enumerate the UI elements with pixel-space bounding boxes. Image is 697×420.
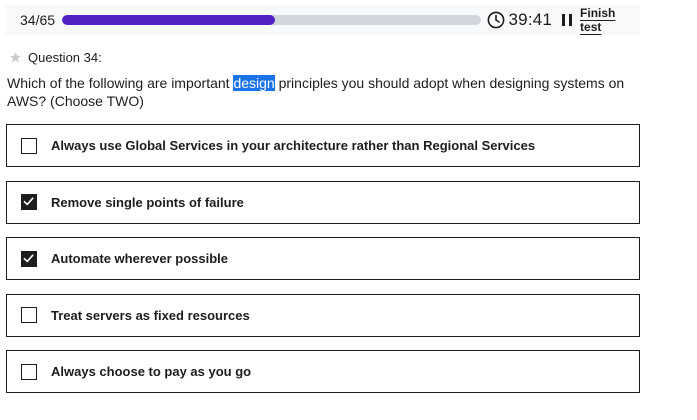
- answer-option[interactable]: Treat servers as fixed resources: [6, 293, 640, 337]
- progress-header: 34/65 39:41 Finish test: [6, 5, 640, 35]
- answer-option-label: Automate wherever possible: [51, 251, 228, 266]
- answer-option[interactable]: Remove single points of failure: [6, 180, 640, 224]
- checkbox[interactable]: [21, 194, 37, 210]
- pause-icon[interactable]: [562, 14, 573, 26]
- checkbox[interactable]: [21, 307, 37, 323]
- answer-option-label: Remove single points of failure: [51, 194, 244, 210]
- answer-option-label: Treat servers as fixed resources: [51, 307, 250, 323]
- progress-count: 34/65: [20, 12, 56, 28]
- progress-bar: [61, 15, 481, 25]
- timer-value: 39:41: [508, 10, 553, 29]
- answer-option-label: Always choose to pay as you go: [51, 364, 252, 379]
- question-text-start: Which of the following are important: [7, 75, 234, 91]
- progress-bar-fill: [61, 15, 276, 25]
- question-text: Which of the following are important des…: [7, 74, 647, 110]
- highlighted-text: design: [233, 75, 275, 91]
- checkmark-icon: [23, 253, 34, 263]
- checkbox[interactable]: [21, 250, 37, 267]
- answer-option[interactable]: Always choose to pay as you go: [6, 350, 640, 393]
- answer-option[interactable]: Automate wherever possible: [6, 237, 640, 280]
- finish-test-button[interactable]: Finish test: [580, 6, 640, 34]
- clock-icon: [487, 11, 504, 29]
- checkbox[interactable]: [21, 363, 37, 380]
- question-number: Question 34:: [28, 50, 102, 65]
- answer-option[interactable]: Always use Global Services in your archi…: [6, 124, 640, 167]
- star-icon[interactable]: [9, 51, 22, 64]
- checkmark-icon: [23, 197, 34, 206]
- timer: 39:41: [487, 10, 553, 30]
- answer-option-label: Always use Global Services in your archi…: [51, 138, 536, 153]
- checkbox[interactable]: [21, 137, 37, 154]
- question-header: Question 34:: [9, 50, 102, 65]
- answer-options: Always use Global Services in your archi…: [6, 124, 640, 407]
